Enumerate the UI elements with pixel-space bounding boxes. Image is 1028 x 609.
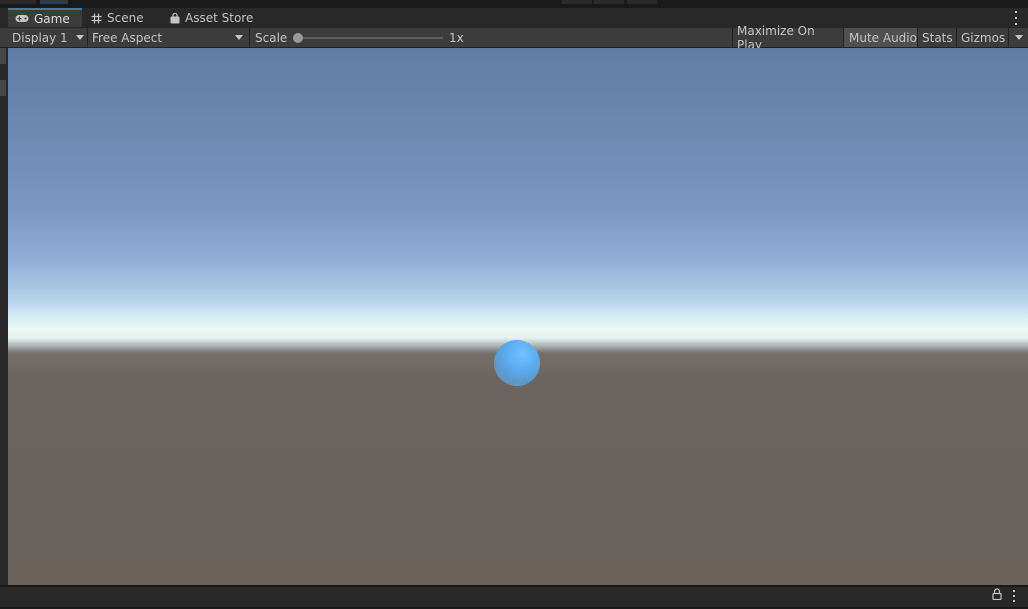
game-viewport[interactable] [8, 48, 1028, 585]
gizmos-dropdown[interactable] [1009, 28, 1028, 47]
bottom-panel-header [0, 587, 1028, 607]
tab-game[interactable]: Game [8, 8, 82, 27]
more-options-icon[interactable] [1014, 11, 1018, 25]
top-strip-block [562, 0, 592, 4]
tab-label: Scene [107, 11, 144, 25]
aspect-value: Free Aspect [92, 30, 163, 45]
tab-asset-store[interactable]: Asset Store [170, 8, 253, 28]
mute-audio-label: Mute Audio [849, 30, 917, 45]
aspect-dropdown[interactable]: Free Aspect [92, 28, 248, 47]
scale-slider-track[interactable] [298, 37, 443, 39]
gizmos-toggle[interactable]: Gizmos [957, 28, 1008, 47]
left-edge-marker [0, 48, 6, 64]
left-edge-marker [0, 80, 6, 96]
divider [249, 28, 250, 47]
display-dropdown[interactable]: Display 1 [12, 28, 86, 47]
top-strip-block [0, 0, 36, 4]
top-strip-block [40, 0, 68, 4]
chevron-down-icon [235, 35, 243, 40]
chevron-down-icon [76, 35, 84, 40]
display-value: Display 1 [12, 30, 68, 45]
chevron-down-icon [1014, 35, 1023, 40]
tab-label: Asset Store [185, 11, 254, 25]
sphere-object [494, 340, 540, 386]
shopping-bag-icon [170, 12, 180, 24]
scale-slider-handle[interactable] [293, 33, 303, 43]
gizmos-label: Gizmos [961, 30, 1006, 45]
bottom-bar [0, 585, 1028, 609]
maximize-on-play-toggle[interactable]: Maximize On Play [733, 24, 843, 52]
divider [87, 28, 88, 47]
scale-value: 1x [449, 30, 464, 45]
stats-toggle[interactable]: Stats [918, 28, 956, 47]
scale-label: Scale [255, 30, 288, 45]
grid-icon [91, 13, 102, 24]
game-toolbar: Display 1 Free Aspect Scale 1x Maximize … [0, 24, 1028, 52]
gamepad-icon [15, 14, 29, 23]
stats-label: Stats [922, 30, 953, 45]
left-edge-panel [0, 48, 8, 585]
tab-scene[interactable]: Scene [91, 8, 144, 28]
tab-label: Game [34, 11, 70, 26]
tab-bar: Game Scene Asset Store [0, 8, 1028, 28]
top-strip [0, 0, 1028, 8]
lock-icon[interactable] [992, 588, 1002, 600]
top-strip-block [627, 0, 657, 4]
top-strip-block [594, 0, 624, 4]
mute-audio-toggle[interactable]: Mute Audio [844, 28, 917, 47]
more-options-icon[interactable] [1012, 590, 1016, 602]
